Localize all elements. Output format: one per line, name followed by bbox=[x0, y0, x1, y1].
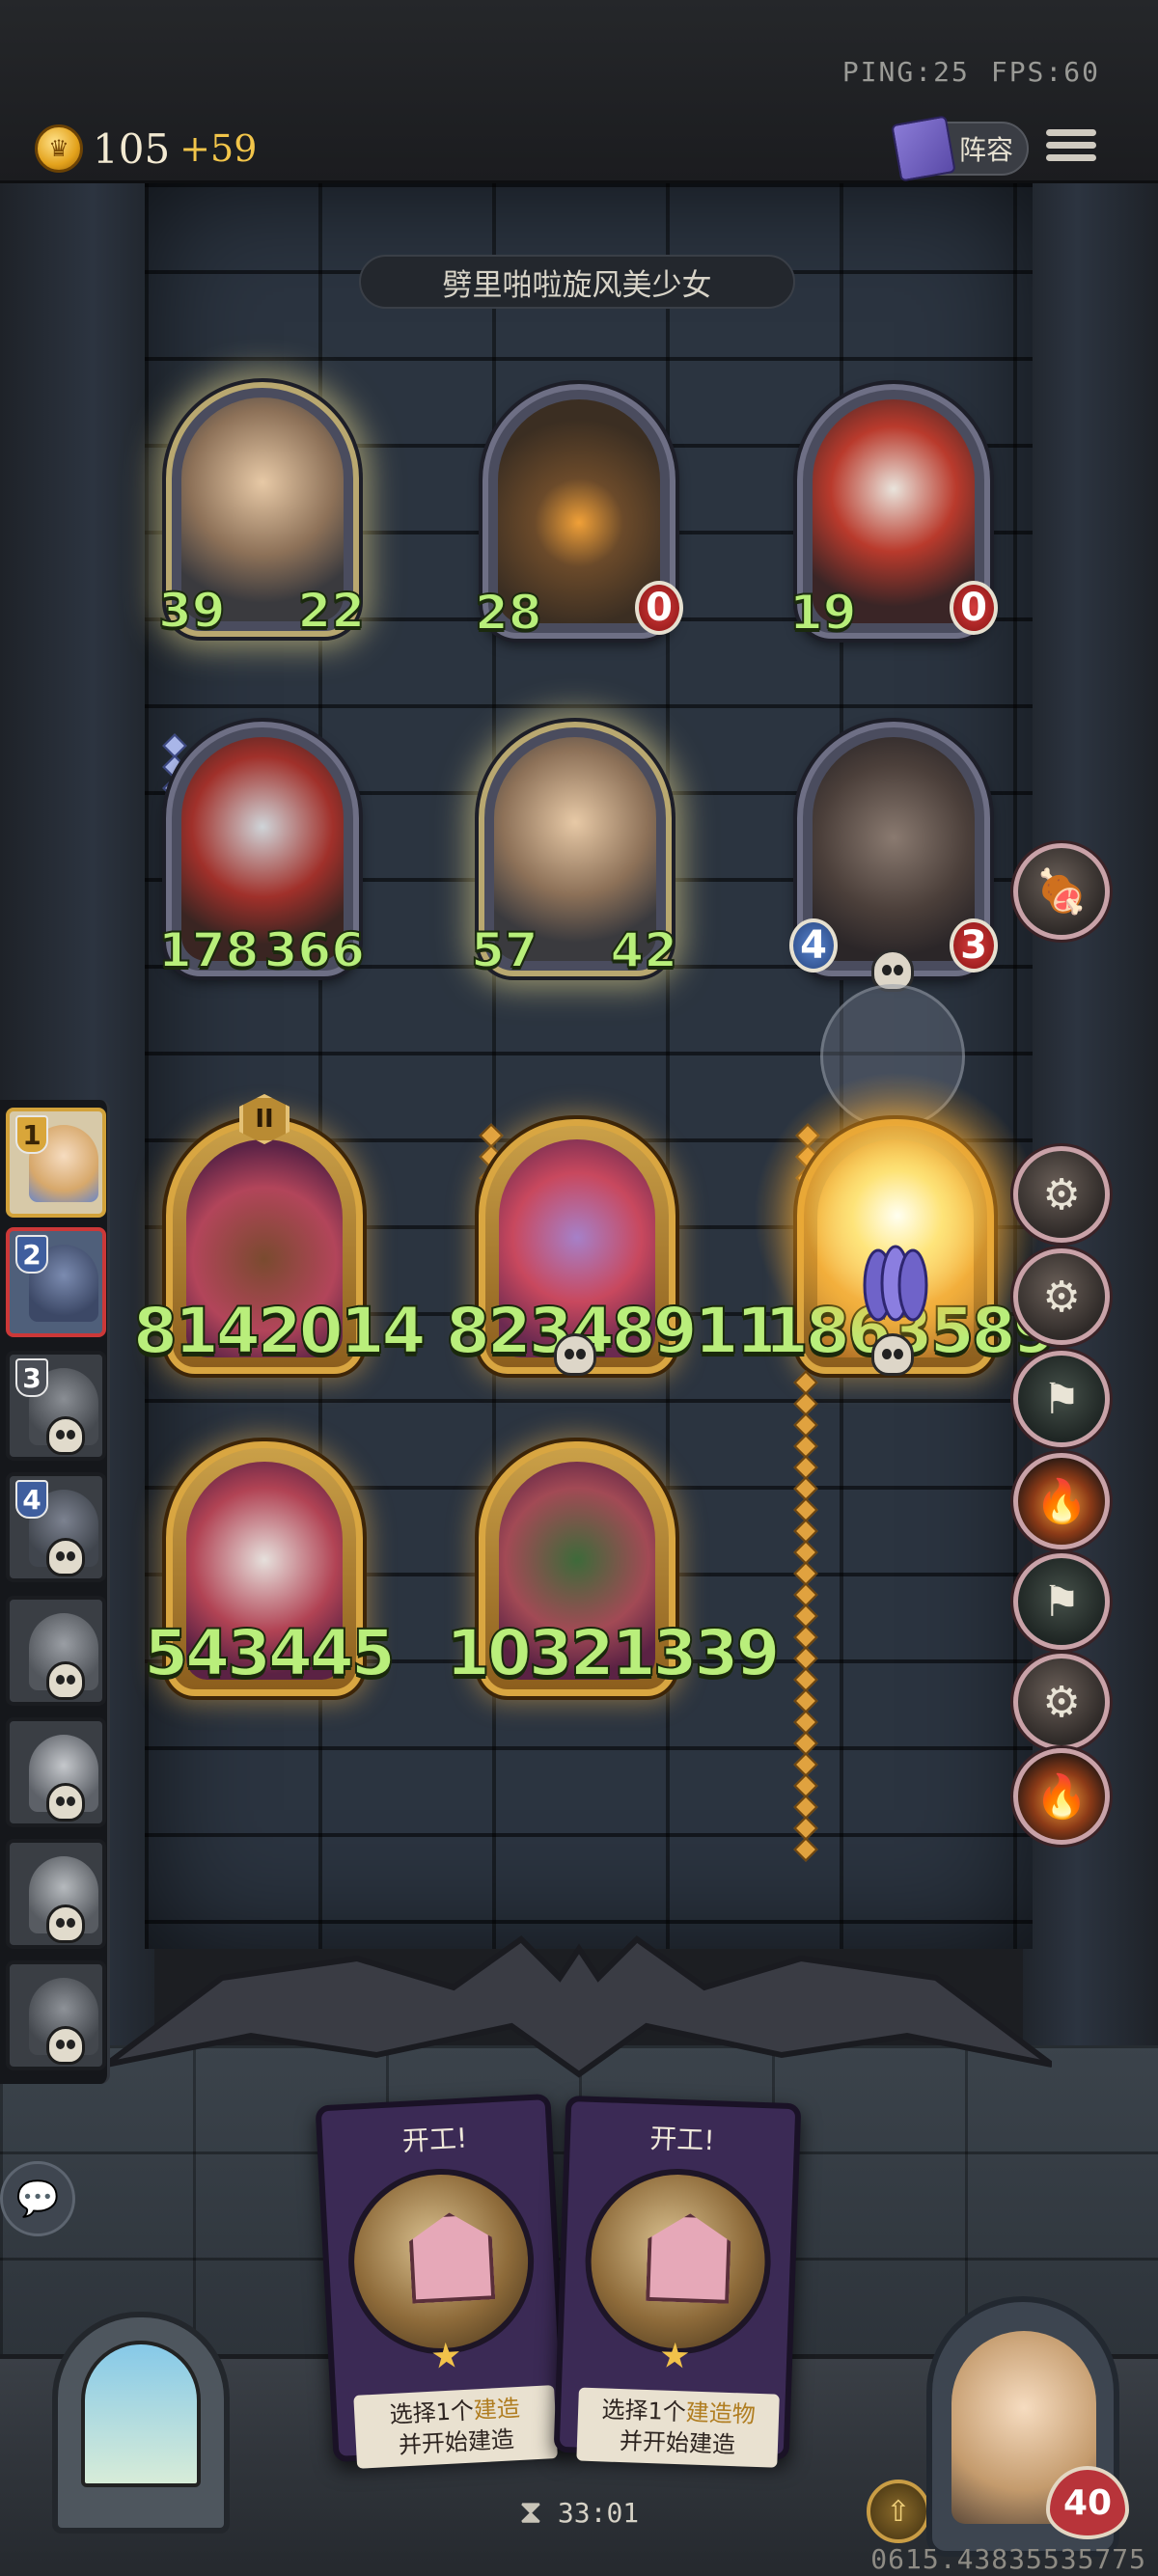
rank-chain bbox=[793, 1370, 818, 1862]
roster-slot-number: 3 bbox=[15, 1358, 48, 1397]
workshop-icon[interactable]: ⚙ bbox=[1013, 1248, 1110, 1345]
network-stats: PING:25 FPS:60 bbox=[821, 56, 1100, 88]
card-description: 选择1个建造 并开始建造 bbox=[353, 2385, 558, 2469]
unit-health: 22 bbox=[296, 582, 366, 640]
shop-unit[interactable]: 543445 bbox=[143, 1441, 397, 1696]
upgrade-icon[interactable]: ⇧ bbox=[867, 2480, 930, 2543]
player-tower[interactable] bbox=[52, 2312, 230, 2534]
gold-counter: ♛ 105 +59 bbox=[35, 122, 257, 176]
shop-unit[interactable]: 10321339 bbox=[445, 1441, 781, 1696]
board-unit[interactable]: 178 366 bbox=[157, 722, 366, 979]
hand-card[interactable]: 开工! ★ 选择1个建造 并开始建造 bbox=[315, 2093, 569, 2469]
roster-slot[interactable] bbox=[6, 1596, 106, 1706]
board-unit[interactable]: 39 22 bbox=[157, 382, 366, 640]
flag-icon[interactable]: ⚑ bbox=[1013, 1351, 1110, 1447]
tower-window bbox=[81, 2341, 201, 2487]
shop-unit[interactable]: II 8142014 bbox=[132, 1094, 427, 1374]
card-title: 开工! bbox=[648, 2122, 716, 2157]
timer-value: 33:01 bbox=[557, 2496, 640, 2529]
roster-slot[interactable]: 3 bbox=[6, 1351, 106, 1461]
unit-health-badge: 0 bbox=[950, 581, 998, 635]
fps-readout: FPS:60 bbox=[990, 56, 1100, 88]
menu-icon[interactable] bbox=[1046, 123, 1096, 172]
opponent-name: 劈里啪啦旋风美少女 bbox=[359, 255, 795, 309]
unit-attack: 57 bbox=[470, 921, 539, 979]
workshop-icon[interactable]: ⚙ bbox=[1013, 1146, 1110, 1243]
unit-health-badge: 3 bbox=[950, 918, 998, 973]
unit-attack-badge: 4 bbox=[789, 918, 838, 973]
roster-button-label: 阵容 bbox=[958, 134, 1013, 166]
workshop-icon[interactable]: ⚙ bbox=[1013, 1654, 1110, 1750]
ham-building-icon[interactable]: 🍖 bbox=[1013, 843, 1110, 940]
unit-health: 366 bbox=[263, 921, 366, 979]
flag-icon[interactable]: ⚑ bbox=[1013, 1553, 1110, 1650]
skull-icon bbox=[554, 1333, 596, 1376]
roster-slot[interactable] bbox=[6, 1717, 106, 1827]
unit-attack: 19 bbox=[788, 584, 858, 642]
skull-icon bbox=[871, 1333, 914, 1376]
unit-attack: 28 bbox=[474, 584, 543, 642]
shop-unit-stats: 543445 bbox=[143, 1615, 397, 1691]
roster-slot[interactable]: 4 bbox=[6, 1472, 106, 1582]
gold-income: +59 bbox=[179, 127, 258, 170]
card-description: 选择1个建造物 并开始建造 bbox=[576, 2387, 780, 2468]
skull-icon bbox=[46, 1538, 85, 1576]
roster-slot-number: 2 bbox=[15, 1235, 48, 1274]
session-seed: 0615.43835535775 bbox=[870, 2543, 1146, 2575]
star-icon: ★ bbox=[658, 2336, 692, 2377]
roster-slot-number: 4 bbox=[15, 1480, 48, 1519]
star-icon: ★ bbox=[429, 2336, 463, 2377]
hand-card[interactable]: 开工! ★ 选择1个建造物 并开始建造 bbox=[553, 2095, 802, 2468]
shop-unit-stats: 10321339 bbox=[445, 1615, 781, 1691]
card-title: 开工! bbox=[401, 2122, 468, 2157]
board-unit[interactable]: 19 0 bbox=[788, 384, 998, 642]
board-unit[interactable]: 4 3 bbox=[789, 722, 998, 976]
skull-icon bbox=[46, 1416, 85, 1455]
roster-slot[interactable] bbox=[6, 1839, 106, 1949]
coin-icon: ♛ bbox=[35, 124, 83, 173]
skull-icon bbox=[46, 1905, 85, 1943]
roster-slot[interactable]: 2 bbox=[6, 1227, 106, 1337]
campfire-icon[interactable]: 🔥 bbox=[1013, 1748, 1110, 1845]
skull-icon bbox=[46, 1661, 85, 1700]
book-icon bbox=[891, 115, 956, 182]
unit-attack: 39 bbox=[157, 582, 227, 640]
gold-value: 105 bbox=[93, 124, 171, 173]
flower-icon bbox=[863, 1245, 928, 1322]
unit-attack: 178 bbox=[157, 921, 260, 979]
board-unit[interactable]: 28 0 bbox=[474, 384, 683, 642]
card-art bbox=[344, 2164, 539, 2359]
skull-icon bbox=[46, 1783, 85, 1822]
bat-ornament bbox=[106, 1935, 1052, 2078]
roster-button[interactable]: 阵容 bbox=[891, 115, 1029, 182]
roster-slot[interactable] bbox=[6, 1960, 106, 2070]
board-unit[interactable]: 57 42 bbox=[470, 722, 678, 979]
unit-health-badge: 0 bbox=[635, 581, 683, 635]
roster-slot-number: 1 bbox=[15, 1115, 48, 1154]
card-art bbox=[582, 2165, 774, 2358]
ping-readout: PING:25 bbox=[841, 56, 970, 88]
shop-unit-stats: 8142014 bbox=[132, 1293, 427, 1369]
hourglass-icon: ⧗ bbox=[519, 2493, 542, 2532]
skull-icon bbox=[46, 2026, 85, 2065]
chat-icon[interactable]: 💬 bbox=[0, 2161, 75, 2236]
roster-slot[interactable]: 1 bbox=[6, 1108, 106, 1218]
unit-health: 42 bbox=[609, 921, 678, 979]
campfire-icon[interactable]: 🔥 bbox=[1013, 1453, 1110, 1549]
round-timer: ⧗ 33:01 bbox=[519, 2493, 639, 2532]
